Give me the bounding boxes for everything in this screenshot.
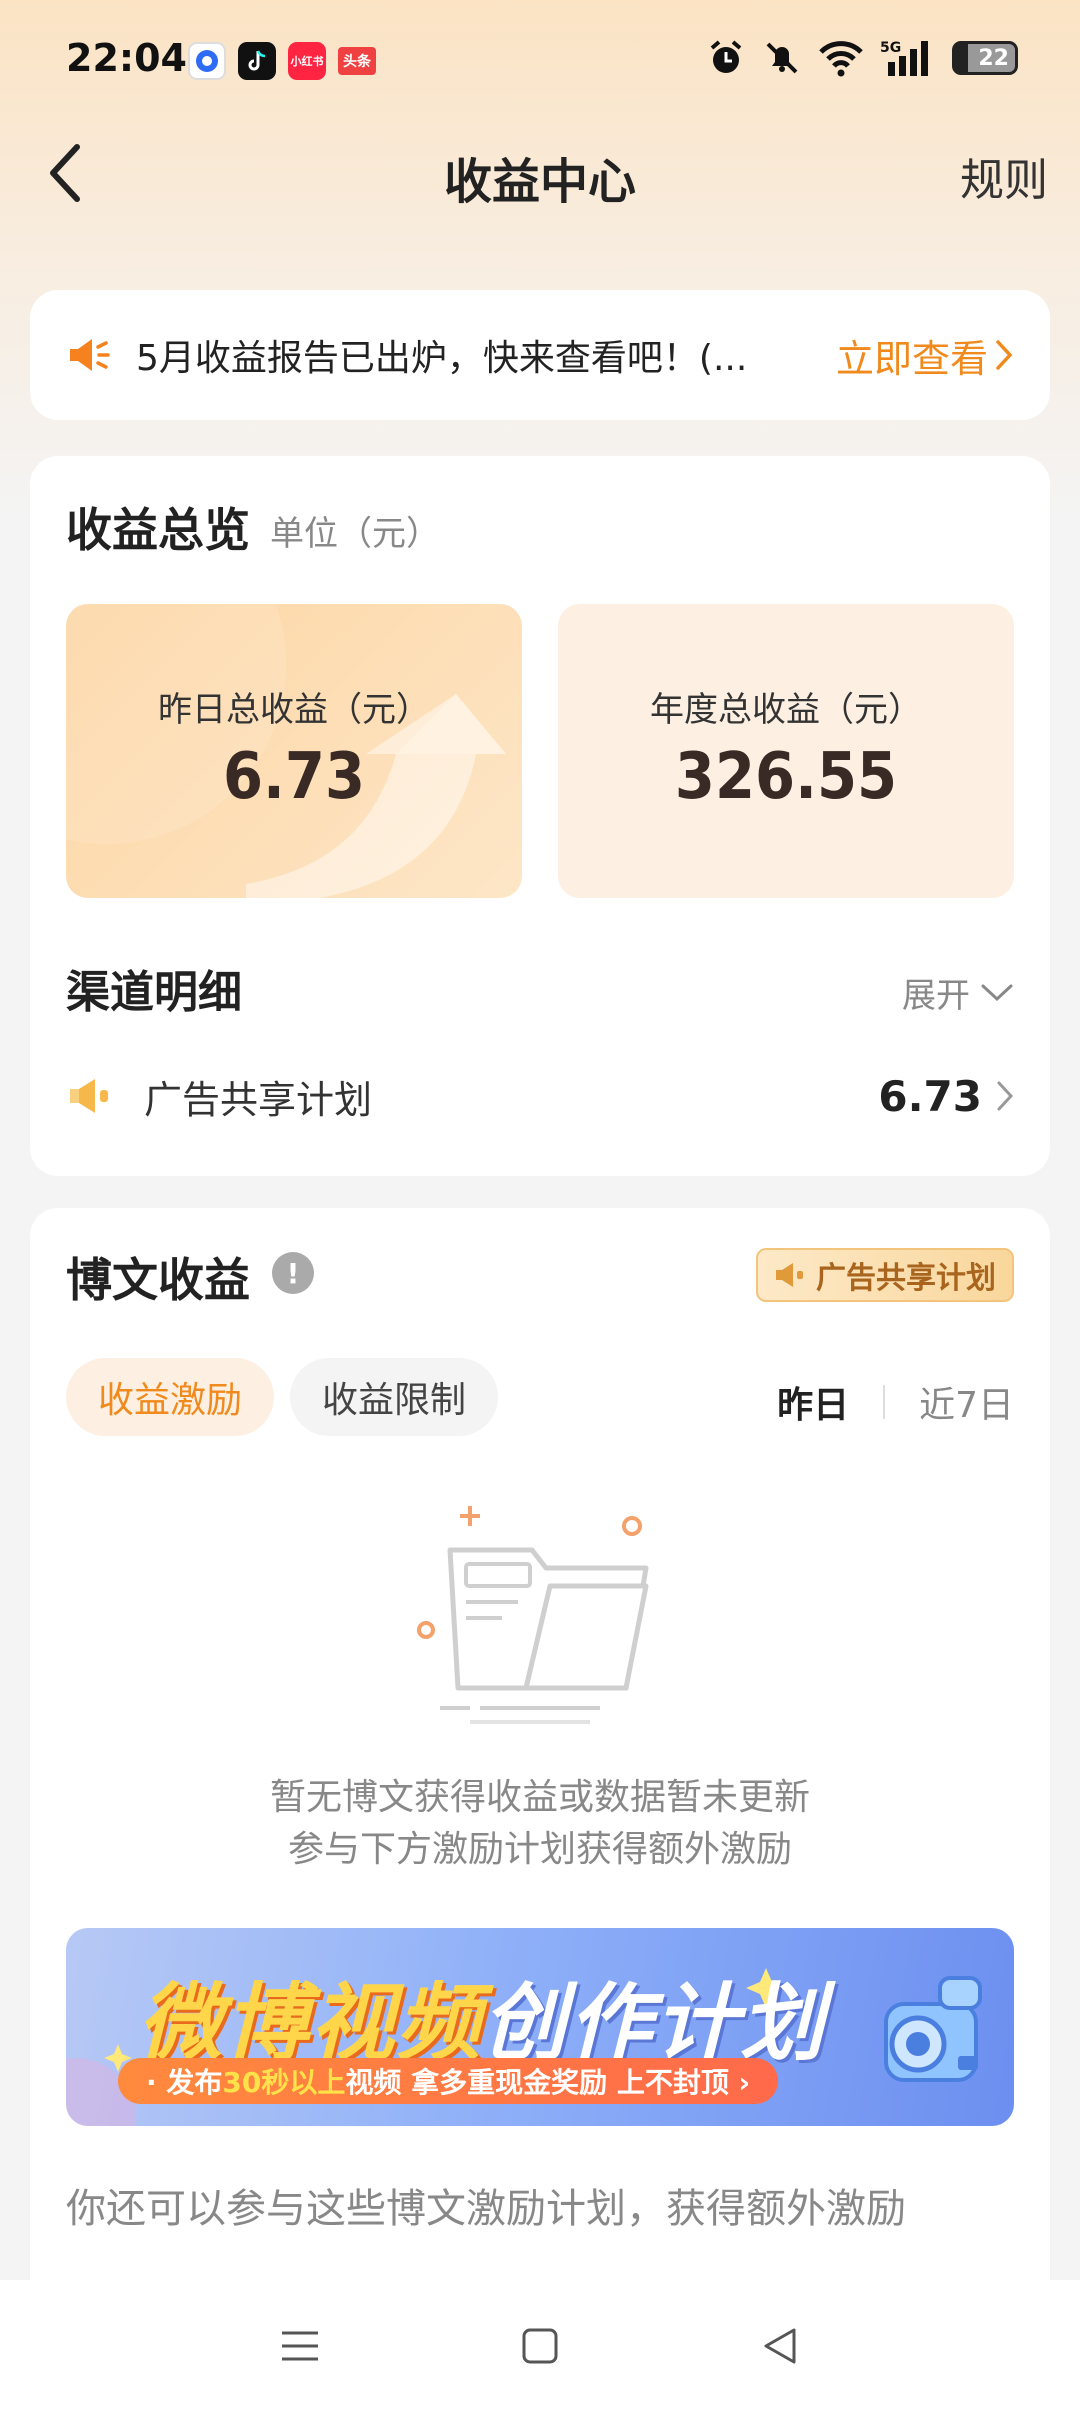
status-app-icons: 小红书 头条 (188, 42, 376, 80)
empty-folder-illustration (417, 1506, 649, 1724)
post-revenue-card: 博文收益 ! 广告共享计划 收益激励 收益限制 昨日 近7日 暂无博文获得收益或… (30, 1208, 1050, 2308)
overview-title: 收益总览 (66, 503, 250, 557)
expand-label: 展开 (902, 976, 970, 1016)
annual-revenue-label: 年度总收益（元） (650, 690, 922, 730)
megaphone-icon (776, 1263, 803, 1287)
nav-menu-button[interactable] (260, 2306, 340, 2386)
ad-share-plan-label: 广告共享计划 (816, 1261, 996, 1296)
range-7-days[interactable]: 近7日 (919, 1376, 1014, 1428)
expand-button[interactable]: 展开 (902, 968, 1014, 1017)
yesterday-revenue-label: 昨日总收益（元） (158, 690, 430, 730)
banner-sub-a: · 发布 (146, 2066, 223, 2099)
status-bar: 22:04 小红书 头条 5G 22 (0, 0, 1080, 120)
annual-revenue-value: 326.55 (674, 740, 898, 814)
video-camera-icon (884, 1976, 982, 2082)
status-indicators: 5G 22 (706, 38, 1018, 78)
empty-state-line1: 暂无博文获得收益或数据暂未更新 (269, 1777, 810, 1818)
notice-banner[interactable]: 5月收益报告已出炉，快来查看吧！(... 立即查看 (30, 290, 1050, 420)
info-icon[interactable]: ! (272, 1252, 314, 1294)
empty-state-line2: 参与下方激励计划获得额外激励 (287, 1829, 792, 1870)
banner-subtitle: · 发布 30秒以上 视频 拿多重现金奖励 上不封顶 › (118, 2058, 779, 2104)
channel-row-ad-share[interactable]: 广告共享计划 6.73 (66, 1056, 1014, 1136)
channel-row-value: 6.73 (878, 1071, 982, 1121)
tab-revenue-incentive[interactable]: 收益激励 (66, 1358, 275, 1436)
megaphone-icon (70, 339, 110, 371)
app-icon-blue (188, 42, 226, 80)
svg-text:5G: 5G (880, 40, 901, 56)
view-now-link[interactable]: 立即查看 (836, 328, 1014, 383)
post-revenue-title: 博文收益 (66, 1253, 250, 1307)
header: 收益中心 规则 (0, 120, 1080, 230)
more-incentives-text: 你还可以参与这些博文激励计划，获得额外激励 (66, 2186, 906, 2232)
wifi-icon (819, 41, 863, 77)
status-time: 22:04 (66, 36, 187, 80)
ad-share-plan-tag[interactable]: 广告共享计划 (756, 1248, 1014, 1302)
banner-sub-highlight: 30秒以上 (222, 2066, 346, 2099)
system-navigation-bar (0, 2280, 1080, 2412)
banner-sub-b: 视频 拿多重现金奖励 上不封顶 › (345, 2066, 751, 2099)
megaphone-icon (70, 1079, 108, 1113)
chevron-right-icon (997, 1081, 1014, 1111)
range-yesterday[interactable]: 昨日 (777, 1376, 849, 1428)
triangle-back-icon (764, 2328, 796, 2364)
battery-indicator: 22 (952, 41, 1018, 75)
yesterday-revenue-box[interactable]: 昨日总收益（元） 6.73 (66, 604, 522, 898)
chevron-right-icon (996, 340, 1013, 370)
xiaohongshu-icon: 小红书 (288, 42, 326, 80)
square-icon (522, 2328, 558, 2364)
menu-icon (282, 2331, 318, 2361)
range-divider (883, 1385, 886, 1419)
chevron-down-icon (981, 984, 1013, 1001)
channel-details-title: 渠道明细 (66, 967, 242, 1018)
overview-unit: 单位（元） (270, 514, 440, 554)
mute-bell-icon (766, 42, 798, 74)
annual-revenue-box[interactable]: 年度总收益（元） 326.55 (558, 604, 1014, 898)
alarm-icon (710, 40, 742, 73)
channel-row-label: 广告共享计划 (144, 1077, 373, 1122)
range-tabs: 昨日 近7日 (777, 1376, 1014, 1428)
nav-home-button[interactable] (500, 2306, 580, 2386)
yesterday-revenue-value: 6.73 (222, 740, 366, 814)
rules-button[interactable]: 规则 (960, 144, 1048, 208)
notice-text: 5月收益报告已出炉，快来查看吧！(... (136, 338, 748, 379)
revenue-overview-card: 收益总览 单位（元） 昨日总收益（元） 6.73 年度总收益（元） 326.55… (30, 456, 1050, 1176)
toutiao-icon: 头条 (338, 47, 376, 75)
tiktok-icon (238, 42, 276, 80)
video-creator-plan-banner[interactable]: 微博视频创作计划 · 发布 30秒以上 视频 拿多重现金奖励 上不封顶 › (66, 1928, 1014, 2126)
signal-5g-icon: 5G (880, 40, 928, 76)
view-now-label: 立即查看 (835, 336, 988, 381)
page-title: 收益中心 (443, 154, 636, 210)
tab-revenue-limit[interactable]: 收益限制 (290, 1358, 499, 1436)
nav-back-button[interactable] (740, 2306, 820, 2386)
